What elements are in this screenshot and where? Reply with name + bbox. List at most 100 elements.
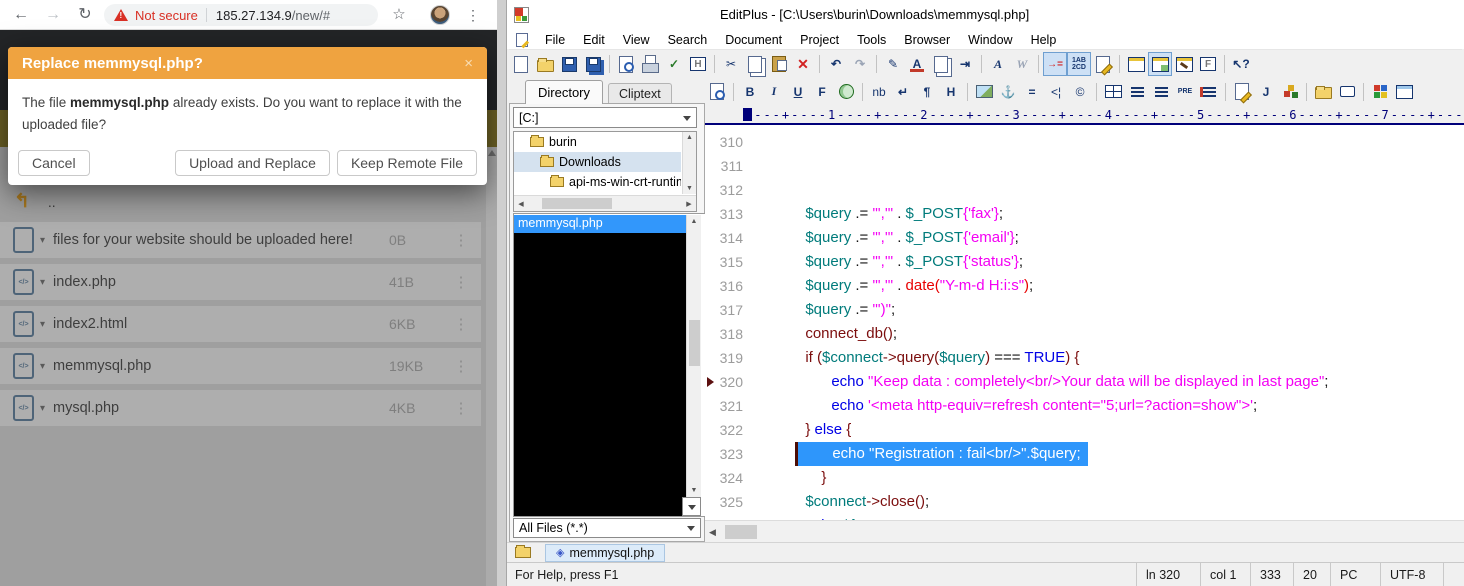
kebab-menu-icon[interactable]: ⋮: [441, 273, 481, 291]
code-line[interactable]: 314 $query .= "')";: [705, 226, 1464, 250]
forward-icon[interactable]: →: [42, 4, 64, 26]
heading-icon[interactable]: H: [940, 81, 962, 103]
file-name[interactable]: index.php: [53, 274, 385, 290]
comment-icon[interactable]: <¦: [1045, 81, 1067, 103]
font-icon[interactable]: A: [987, 53, 1009, 75]
scroll-right-icon[interactable]: ▶: [685, 200, 693, 208]
tree-item-api-ms[interactable]: api-ms-win-crt-runtim: [514, 172, 681, 192]
delete-icon[interactable]: ✕: [792, 53, 814, 75]
user-tools-icon[interactable]: [1173, 53, 1195, 75]
hr-icon[interactable]: =: [1021, 81, 1043, 103]
folder-tag-icon[interactable]: [1312, 81, 1334, 103]
tree-item-label[interactable]: burin: [549, 135, 577, 149]
span-tag-icon[interactable]: [1336, 81, 1358, 103]
print-preview-icon[interactable]: [615, 53, 637, 75]
document-tab[interactable]: ◈ memmysql.php: [545, 544, 665, 562]
paragraph-icon[interactable]: ¶: [916, 81, 938, 103]
tree-item-burin[interactable]: burin: [514, 132, 681, 152]
frame-icon[interactable]: [1393, 81, 1415, 103]
kebab-menu-icon[interactable]: ⋮: [441, 357, 481, 375]
marker-icon[interactable]: ✎: [882, 53, 904, 75]
code-line[interactable]: 317 echo "Keep data : completely<br/>You…: [705, 298, 1464, 322]
print-icon[interactable]: [639, 53, 661, 75]
copy-icon[interactable]: [744, 53, 766, 75]
back-icon[interactable]: ←: [10, 4, 32, 26]
objects-icon[interactable]: [1279, 81, 1301, 103]
parent-directory-row[interactable]: ↰ ..: [0, 188, 481, 216]
chevron-down-icon[interactable]: ▾: [40, 277, 45, 288]
font-tag-icon[interactable]: F: [811, 81, 833, 103]
scroll-down-icon[interactable]: ▼: [683, 185, 696, 192]
selected-file-item[interactable]: memmysql.php: [514, 215, 686, 233]
file-name[interactable]: mysql.php: [53, 400, 385, 416]
file-name[interactable]: index2.html: [53, 316, 385, 332]
word-wrap-icon[interactable]: W: [1011, 53, 1033, 75]
align-right-icon[interactable]: [1150, 81, 1172, 103]
redacted-combo[interactable]: [514, 497, 682, 516]
kebab-menu-icon[interactable]: ⋮: [441, 315, 481, 333]
table-icon[interactable]: [1102, 81, 1124, 103]
tree-horizontal-scrollbar[interactable]: ◀ ▶: [514, 195, 696, 211]
menu-tools[interactable]: Tools: [848, 33, 895, 47]
browser-menu-icon[interactable]: ⋮: [462, 4, 484, 26]
code-line[interactable]: 315 connect_db();: [705, 250, 1464, 274]
kebab-menu-icon[interactable]: ⋮: [441, 399, 481, 417]
underline-icon[interactable]: U: [787, 81, 809, 103]
up-directory-label[interactable]: ..: [48, 194, 56, 210]
new-document-icon[interactable]: [510, 53, 532, 75]
scrollbar-thumb[interactable]: [725, 525, 757, 539]
bold-icon[interactable]: B: [739, 81, 761, 103]
code-line[interactable]: 311 $query .= "','" . $_POST{'email'};: [705, 154, 1464, 178]
tree-item-label[interactable]: api-ms-win-crt-runtim: [569, 175, 681, 189]
code-editor[interactable]: 310 $query .= "','" . $_POST{'fax'}; 311…: [705, 125, 1464, 520]
redo-icon[interactable]: ↷: [849, 53, 871, 75]
folder-icon[interactable]: [515, 547, 531, 558]
file-filter-select[interactable]: All Files (*.*): [513, 518, 701, 538]
menu-search[interactable]: Search: [659, 33, 717, 47]
editor-horizontal-scrollbar[interactable]: ◀: [705, 520, 1464, 542]
code-line[interactable]: 316 if ($connect->query($query) === TRUE…: [705, 274, 1464, 298]
url-host[interactable]: 185.27.134.9: [216, 8, 292, 23]
file-row[interactable]: ▾ memmysql.php 19KB ⋮: [0, 348, 481, 384]
context-help-icon[interactable]: ↖?: [1230, 53, 1252, 75]
scroll-up-icon[interactable]: ▲: [687, 218, 701, 225]
kebab-menu-icon[interactable]: ⋮: [441, 231, 481, 249]
align-center-icon[interactable]: [1126, 81, 1148, 103]
file-name[interactable]: files for your website should be uploade…: [53, 232, 385, 248]
chevron-down-icon[interactable]: ▾: [40, 235, 45, 246]
code-line[interactable]: 319 } else {: [705, 346, 1464, 370]
scroll-left-icon[interactable]: ◀: [517, 200, 525, 208]
scroll-up-icon[interactable]: [488, 150, 496, 156]
menu-edit[interactable]: Edit: [574, 33, 614, 47]
menu-project[interactable]: Project: [791, 33, 848, 47]
document-icon[interactable]: [516, 33, 528, 47]
file-row[interactable]: ▾ mysql.php 4KB ⋮: [0, 390, 481, 426]
code-line[interactable]: 324 exit;: [705, 466, 1464, 490]
save-icon[interactable]: [558, 53, 580, 75]
anchor-icon[interactable]: ⚓: [997, 81, 1019, 103]
paste-icon[interactable]: [768, 53, 790, 75]
code-line[interactable]: 321 }: [705, 394, 1464, 418]
document-list-window-icon[interactable]: [1125, 53, 1147, 75]
url-path[interactable]: /new/#: [292, 8, 330, 23]
cancel-button[interactable]: Cancel: [18, 150, 90, 176]
chevron-down-icon[interactable]: [683, 116, 691, 121]
nbsp-icon[interactable]: nb: [868, 81, 890, 103]
entity-icon[interactable]: ©: [1069, 81, 1091, 103]
function-list-icon[interactable]: F: [1200, 57, 1216, 71]
title-bar[interactable]: EditPlus - [C:\Users\burin\Downloads\mem…: [507, 0, 1464, 30]
javascript-icon[interactable]: J: [1255, 81, 1277, 103]
menu-view[interactable]: View: [614, 33, 659, 47]
auto-indent-icon[interactable]: ⇥: [954, 53, 976, 75]
list-icon[interactable]: [1198, 81, 1220, 103]
tab-directory[interactable]: Directory: [525, 80, 603, 104]
address-bar[interactable]: Not secure 185.27.134.9/new/#: [104, 4, 378, 26]
chevron-down-icon[interactable]: ▾: [40, 319, 45, 330]
scroll-up-icon[interactable]: ▲: [683, 134, 696, 141]
close-icon[interactable]: ×: [464, 55, 473, 72]
menu-document[interactable]: Document: [716, 33, 791, 47]
spell-check-icon[interactable]: ✓: [663, 53, 685, 75]
file-list-scrollbar[interactable]: ▲ ▼: [686, 215, 701, 497]
scroll-left-icon[interactable]: ◀: [709, 527, 716, 538]
line-break-icon[interactable]: ↵: [892, 81, 914, 103]
